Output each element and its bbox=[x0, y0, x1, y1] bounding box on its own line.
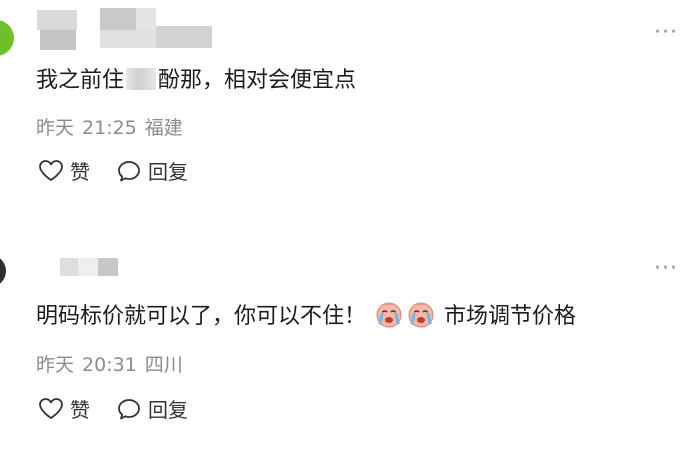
comment-location: 四川 bbox=[144, 354, 183, 376]
like-label: 赞 bbox=[70, 398, 90, 422]
comment-location: 福建 bbox=[144, 117, 183, 139]
like-label: 赞 bbox=[70, 160, 90, 184]
comment-text: 明码标价就可以了，你可以不住！ 市场调节价格 bbox=[36, 298, 576, 330]
avatar[interactable] bbox=[0, 20, 14, 56]
comment-text-part: 我之前住 bbox=[36, 68, 125, 93]
reply-label: 回复 bbox=[148, 160, 188, 184]
redacted-text bbox=[126, 68, 157, 90]
comment-actions: 赞 回复 bbox=[38, 394, 214, 423]
comment-date: 昨天 bbox=[36, 354, 75, 376]
like-button[interactable]: 赞 bbox=[38, 156, 90, 185]
comment-meta: 昨天 21:25 福建 bbox=[36, 113, 183, 140]
comment-text-part: 酚那，相对会便宜点 bbox=[158, 68, 357, 93]
more-options-icon[interactable]: ··· bbox=[654, 22, 678, 44]
heart-icon bbox=[39, 397, 63, 419]
comment-text: 我之前住 酚那，相对会便宜点 bbox=[36, 62, 356, 94]
comment-actions: 赞 回复 bbox=[38, 156, 214, 185]
crying-face-emoji-icon bbox=[408, 302, 434, 328]
speech-bubble-icon bbox=[118, 160, 140, 181]
comment-date: 昨天 bbox=[36, 117, 75, 139]
reply-button[interactable]: 回复 bbox=[116, 156, 188, 185]
avatar[interactable] bbox=[0, 255, 6, 287]
comment-time: 20:31 bbox=[82, 354, 137, 376]
crying-face-emoji-icon bbox=[376, 302, 402, 328]
reply-label: 回复 bbox=[148, 398, 188, 422]
speech-bubble-icon bbox=[118, 398, 140, 419]
comment-time: 21:25 bbox=[82, 117, 137, 139]
comment-text-part: 市场调节价格 bbox=[444, 304, 577, 329]
like-button[interactable]: 赞 bbox=[38, 394, 90, 423]
comment-meta: 昨天 20:31 四川 bbox=[36, 350, 183, 377]
comment-text-part: 明码标价就可以了，你可以不住！ bbox=[36, 304, 367, 329]
heart-icon bbox=[39, 159, 63, 181]
reply-button[interactable]: 回复 bbox=[116, 394, 188, 423]
more-options-icon[interactable]: ··· bbox=[654, 258, 678, 280]
